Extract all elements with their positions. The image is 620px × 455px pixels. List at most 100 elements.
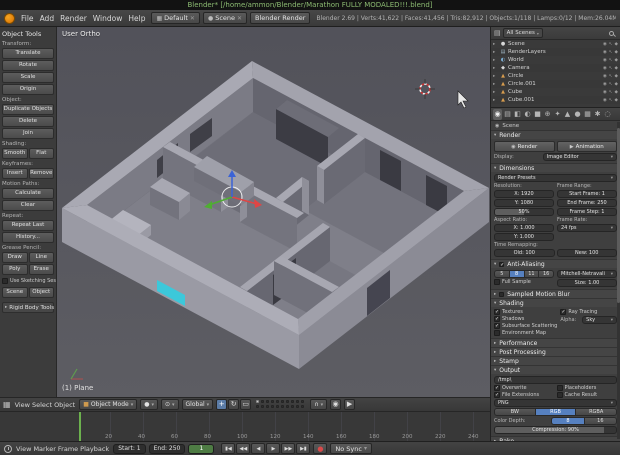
tab-render-layers[interactable]: ▤ [503,109,512,120]
outliner-item-scene[interactable]: ▸ ● Scene ◉ ↖ ◆ [491,40,620,48]
remap-new-field[interactable]: New: 100 [556,249,617,257]
resolution-percentage-slider[interactable]: 50% [494,208,554,216]
view3d-menu-object[interactable]: Object [53,401,76,409]
tool-button-line[interactable]: Line [28,252,54,263]
outliner-item-circle-001[interactable]: ▸ ▲ Circle.001 ◉ ↖ ◆ [491,80,620,88]
tab-texture[interactable]: ▦ [583,109,592,120]
tab-data[interactable]: ▲ [563,109,572,120]
compression-slider[interactable]: Compression: 90% [494,426,617,434]
tool-button-join[interactable]: Join [2,128,54,139]
close-icon[interactable]: ✕ [237,15,242,22]
close-icon[interactable]: ✕ [190,15,195,22]
tool-button-history[interactable]: History... [2,232,54,243]
translate-manipulator-button[interactable]: + [216,399,228,410]
timeline-menu-frame[interactable]: Frame [57,445,79,453]
layer-dot[interactable] [256,405,260,408]
play-reverse-button[interactable]: ◀ [251,443,266,454]
tool-button-remove[interactable]: Remove [28,168,54,179]
scene-dropdown[interactable]: ● Scene ✕ [202,12,248,24]
disclosure-triangle-icon[interactable]: ▸ [493,66,498,71]
eye-icon[interactable]: ◉ [603,50,607,55]
color-depth-option-8[interactable]: 8 [551,417,585,425]
checkbox-subsurface-scattering[interactable]: Subsurface Scattering [494,323,557,329]
aa-samples-option-5[interactable]: 5 [494,270,510,278]
cursor-icon[interactable]: ↖ [609,82,613,87]
scale-manipulator-button[interactable]: ▭ [240,399,252,410]
screen-layout-dropdown[interactable]: ▦ Default ✕ [151,12,200,24]
tool-button-scene[interactable]: Scene [2,287,28,298]
camera-restrict-icon[interactable]: ◆ [615,50,618,55]
layer-dot[interactable] [286,400,290,403]
camera-restrict-icon[interactable]: ◆ [615,90,618,95]
disclosure-triangle-icon[interactable]: ▸ [493,82,498,87]
disclosure-triangle-icon[interactable]: ▸ [493,58,498,63]
frame-step-field[interactable]: Frame Step: 1 [557,208,617,216]
aa-samples-option-8[interactable]: 8 [509,270,525,278]
render-engine-dropdown[interactable]: Blender Render [250,12,311,24]
tool-button-draw[interactable]: Draw [2,252,28,263]
outliner-item-cube-001[interactable]: ▸ ▲ Cube.001 ◉ ↖ ◆ [491,96,620,104]
render-presets-dropdown[interactable]: Render Presets ▾ [494,174,617,182]
remap-old-field[interactable]: Old: 100 [494,249,555,257]
disclosure-triangle-icon[interactable]: ▸ [493,98,498,103]
next-keyframe-button[interactable]: ▶▶ [281,443,296,454]
resolution-x-field[interactable]: X: 1920 [494,190,554,198]
rotate-manipulator-button[interactable]: ↻ [228,399,240,410]
outliner-item-camera[interactable]: ▸ ◆ Camera ◉ ↖ ◆ [491,64,620,72]
pivot-point-dropdown[interactable]: ⊙ ▾ [160,399,179,410]
tab-constraints[interactable]: ⊕ [543,109,552,120]
outliner-item-cube[interactable]: ▸ ▲ Cube ◉ ↖ ◆ [491,88,620,96]
start-frame-field[interactable]: Start: 1 [113,443,146,454]
search-icon[interactable] [609,30,614,36]
resolution-y-field[interactable]: Y: 1080 [494,199,554,207]
tool-button-delete[interactable]: Delete [2,116,54,127]
color-mode-option-rgb[interactable]: RGB [535,408,577,416]
aa-size-field[interactable]: Size: 1.00 [557,279,617,287]
play-button[interactable]: ▶ [266,443,281,454]
layer-dot[interactable] [296,400,300,403]
orientation-dropdown[interactable]: Global ▾ [181,399,214,410]
layer-dot[interactable] [301,405,305,408]
aa-samples-option-16[interactable]: 16 [539,270,554,278]
prev-keyframe-button[interactable]: ◀◀ [236,443,251,454]
layer-dot[interactable] [271,405,275,408]
tab-world[interactable]: ◐ [523,109,532,120]
eye-icon[interactable]: ◉ [603,74,607,79]
view3d-menu-view[interactable]: View [14,401,31,409]
checkbox-ray-tracing[interactable]: Ray Tracing [560,309,617,315]
outliner-scope-dropdown[interactable]: All Scenes ▾ [502,28,543,38]
anti-aliasing-checkbox[interactable] [499,261,504,268]
eye-icon[interactable]: ◉ [603,42,607,47]
timeline-ruler-area[interactable]: 20 40 60 80 100 120 140 160 180 200 220 240 [0,411,490,441]
layer-dot[interactable] [261,400,265,403]
tool-button-smooth[interactable]: Smooth [2,148,28,159]
camera-restrict-icon[interactable]: ◆ [615,42,618,47]
color-mode-option-rgba[interactable]: RGBA [576,408,618,416]
outliner-item-world[interactable]: ▸ ◐ World ◉ ↖ ◆ [491,56,620,64]
tool-button-scale[interactable]: Scale [2,72,54,83]
aspect-y-field[interactable]: Y: 1.000 [494,233,554,241]
camera-restrict-icon[interactable]: ◆ [615,66,618,71]
layer-dot[interactable] [271,400,275,403]
rigid-body-tools-panel[interactable]: ▸ Rigid Body Tools [2,302,54,313]
camera-restrict-icon[interactable]: ◆ [615,58,618,63]
render-button[interactable]: ◉ Render [494,141,555,152]
tab-physics[interactable]: ◌ [603,109,612,120]
layer-dot[interactable] [301,400,305,403]
camera-restrict-icon[interactable]: ◆ [615,82,618,87]
menu-file[interactable]: File [18,14,37,23]
current-frame-playhead[interactable] [79,412,81,441]
tool-button-duplicate-objects[interactable]: Duplicate Objects [2,104,54,115]
disclosure-triangle-icon[interactable]: ▸ [493,50,498,55]
layer-dot[interactable] [266,400,270,403]
tool-button-poly[interactable]: Poly [2,264,28,275]
layer-dot[interactable] [291,405,295,408]
disclosure-triangle-icon[interactable]: ▸ [493,42,498,47]
tool-button-origin[interactable]: Origin [2,84,54,95]
start-frame-field[interactable]: Start Frame: 1 [557,190,617,198]
jump-to-start-button[interactable]: ▮◀ [221,443,236,454]
layer-dot[interactable] [286,405,290,408]
layer-dot[interactable] [281,405,285,408]
alpha-dropdown[interactable]: Sky ▾ [582,316,617,324]
render-opengl-button[interactable]: ◉ [330,399,342,410]
